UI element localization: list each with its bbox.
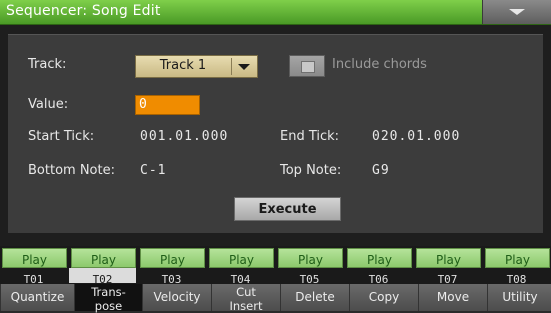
play-label: Play — [504, 253, 531, 267]
page-menu-button[interactable] — [482, 0, 551, 24]
tab-move[interactable]: Move — [418, 284, 487, 311]
play-button-t08[interactable]: Play — [485, 248, 550, 268]
include-chords-checkbox[interactable] — [289, 55, 325, 77]
tab-utility[interactable]: Utility — [487, 284, 551, 311]
value-field[interactable]: 0 — [135, 95, 200, 115]
play-label: Play — [228, 253, 255, 267]
tab-transpose[interactable]: Trans- pose — [74, 284, 142, 313]
tab-velocity[interactable]: Velocity — [142, 284, 211, 311]
dropdown-separator — [231, 58, 232, 75]
play-button-t04[interactable]: Play — [209, 248, 274, 268]
start-tick-label: Start Tick: — [28, 129, 95, 144]
track-name-t07[interactable]: T07 — [414, 268, 481, 286]
track-name-row: T01 T02 T03 T04 T05 T06 T07 T08 — [0, 268, 551, 286]
tab-cut-insert[interactable]: Cut Insert — [211, 284, 280, 313]
tab-copy[interactable]: Copy — [349, 284, 418, 311]
play-button-t07[interactable]: Play — [416, 248, 481, 268]
tab-label-line1: Trans- — [91, 285, 126, 299]
include-chords-label: Include chords — [332, 57, 427, 72]
play-label: Play — [21, 253, 48, 267]
top-note-value[interactable]: G9 — [372, 163, 390, 178]
tab-label-line2: Insert — [229, 299, 263, 313]
play-label: Play — [297, 253, 324, 267]
track-dropdown[interactable]: Track 1 — [135, 55, 258, 78]
value-field-text: 0 — [139, 97, 147, 112]
song-edit-screen: Sequencer: Song Edit Track: Track 1 Incl… — [0, 0, 551, 313]
play-button-row: Play Play Play Play Play Play Play Play — [0, 246, 551, 268]
play-button-t03[interactable]: Play — [140, 248, 205, 268]
play-button-t02[interactable]: Play — [71, 248, 136, 268]
execute-button[interactable]: Execute — [234, 197, 341, 221]
track-name-t03[interactable]: T03 — [138, 268, 205, 286]
tab-label: Move — [436, 290, 470, 304]
start-tick-value[interactable]: 001.01.000 — [140, 129, 228, 144]
play-label: Play — [90, 253, 117, 267]
track-label: Track: — [28, 57, 67, 72]
tab-label: Velocity — [153, 290, 201, 304]
triangle-down-icon — [509, 9, 525, 15]
end-tick-label: End Tick: — [280, 129, 340, 144]
page-title: Sequencer: Song Edit — [6, 3, 161, 19]
end-tick-value[interactable]: 020.01.000 — [372, 129, 460, 144]
bottom-tab-bar: Quantize Trans- pose Velocity Cut Insert… — [0, 283, 551, 313]
track-name-t04[interactable]: T04 — [207, 268, 274, 286]
title-bar: Sequencer: Song Edit — [0, 0, 551, 25]
tab-label: Utility — [502, 290, 538, 304]
track-name-t08[interactable]: T08 — [483, 268, 550, 286]
bottom-note-value[interactable]: C-1 — [140, 163, 166, 178]
tab-label: Copy — [368, 290, 400, 304]
play-label: Play — [159, 253, 186, 267]
execute-button-label: Execute — [258, 202, 317, 217]
track-name-t06[interactable]: T06 — [345, 268, 412, 286]
play-label: Play — [366, 253, 393, 267]
tab-label-line1: Cut — [236, 285, 256, 299]
tab-label: Delete — [295, 290, 335, 304]
tab-delete[interactable]: Delete — [280, 284, 349, 311]
tab-quantize[interactable]: Quantize — [0, 284, 74, 311]
play-button-t06[interactable]: Play — [347, 248, 412, 268]
play-label: Play — [435, 253, 462, 267]
value-label: Value: — [28, 97, 69, 112]
play-button-t05[interactable]: Play — [278, 248, 343, 268]
checkbox-indicator — [301, 61, 315, 73]
tab-label: Quantize — [10, 290, 65, 304]
top-note-label: Top Note: — [280, 163, 342, 178]
bottom-note-label: Bottom Note: — [28, 163, 115, 178]
edit-panel: Track: Track 1 Include chords Value: 0 S… — [8, 34, 543, 233]
chevron-down-icon — [238, 64, 250, 70]
tab-label-line2: pose — [94, 299, 123, 313]
track-name-t01[interactable]: T01 — [0, 268, 67, 286]
track-dropdown-value: Track 1 — [159, 58, 207, 73]
play-button-t01[interactable]: Play — [2, 248, 67, 268]
track-name-t02[interactable]: T02 — [69, 268, 136, 286]
track-name-t05[interactable]: T05 — [276, 268, 343, 286]
